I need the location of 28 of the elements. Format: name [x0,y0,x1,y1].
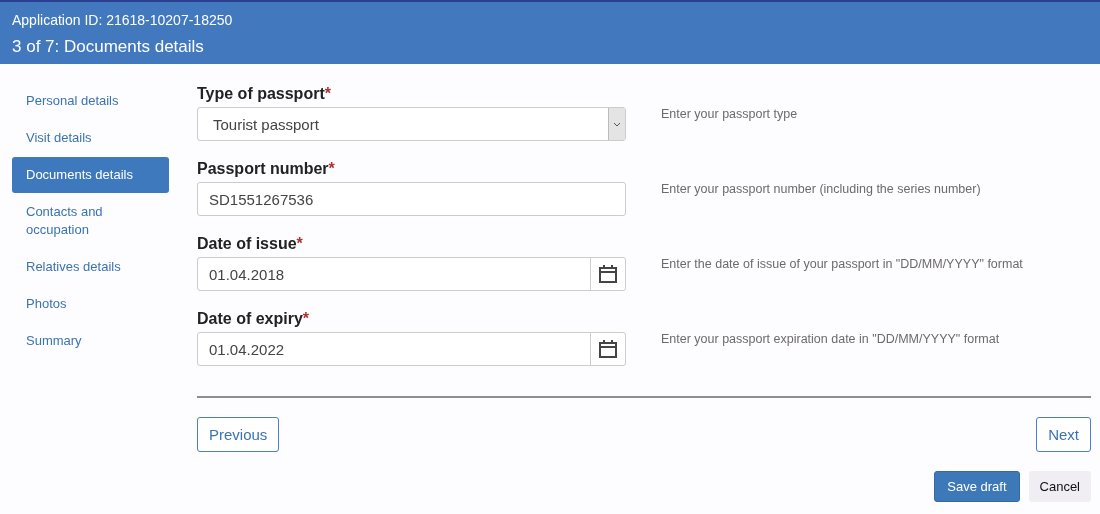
calendar-icon[interactable] [598,264,618,284]
passport-type-select[interactable]: Tourist passport [197,107,626,141]
save-draft-button[interactable]: Save draft [934,471,1020,502]
sidebar-item[interactable]: Visit details [12,120,169,156]
field-hint: Enter your passport number (including the series number) [661,182,981,198]
cancel-button[interactable]: Cancel [1028,471,1091,502]
field-label: Date of expiry* [197,309,311,329]
field-hint: Enter your passport expiration date in "DD/MM/YYYY" format [661,332,1000,348]
field-label: Passport number* [197,159,336,179]
next-button[interactable]: Next [1036,417,1091,452]
step-title: 3 of 7: Documents details [12,37,205,57]
date-field[interactable]: 01.04.2018 [197,257,626,291]
application-id: Application ID: 21618-10207-18250 [12,12,234,28]
sidebar-item[interactable]: Contacts and occupation [12,194,169,248]
sidebar-item[interactable]: Personal details [12,83,169,119]
input-field[interactable]: SD1551267536 [197,182,626,216]
sidebar-item[interactable]: Relatives details [12,249,169,285]
calendar-icon[interactable] [598,339,618,359]
field-hint: Enter your passport type [661,107,798,123]
field-label: Date of issue* [197,234,304,254]
sidebar-item[interactable]: Summary [12,323,169,359]
caret-icon [613,121,621,127]
date-field[interactable]: 01.04.2022 [197,332,626,366]
sidebar-item[interactable]: Documents details [12,157,169,193]
field-label: Type of passport* [197,84,332,104]
previous-button[interactable]: Previous [197,417,280,452]
field-hint: Enter the date of issue of your passport in "DD/MM/YYYY" format [661,257,1023,273]
sidebar-item[interactable]: Photos [12,286,169,322]
